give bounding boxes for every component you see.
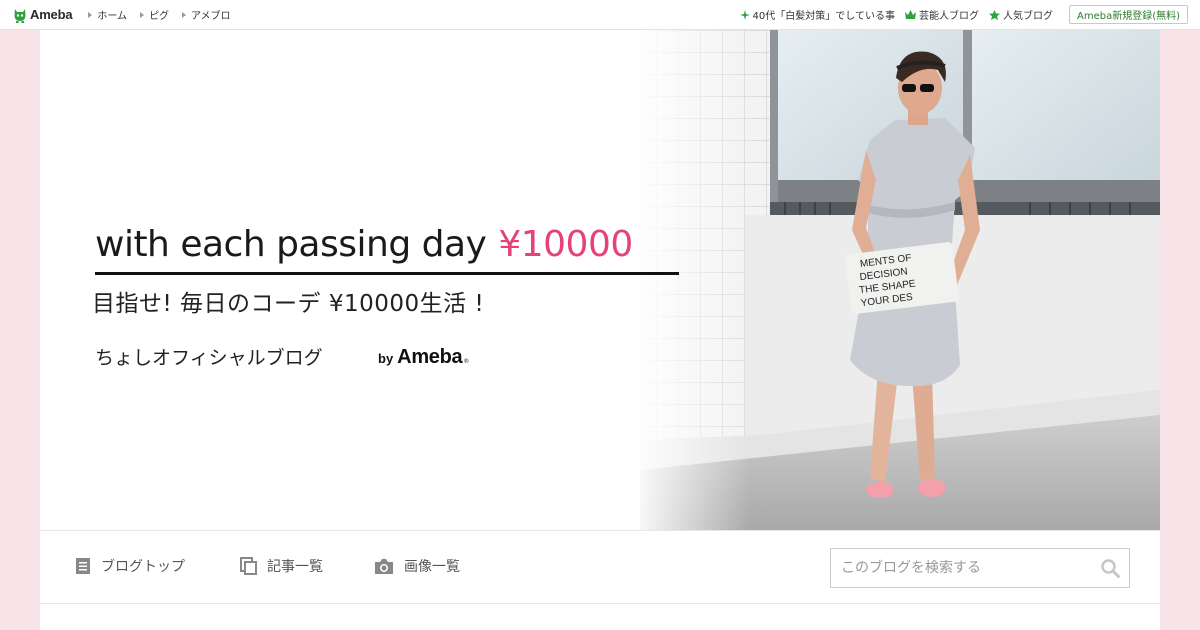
nav-link-label: ホーム [97,11,128,22]
nav-link-label: ピグ [149,11,170,22]
caret-right-icon [182,11,187,18]
logo-text: Ameba [30,7,73,22]
caret-right-icon [140,11,145,18]
nav-link-home[interactable]: ホーム [88,7,127,22]
nav-link-pigg[interactable]: ピグ [140,7,169,22]
crown-icon [904,10,916,19]
by-label: by [378,351,394,366]
by-ameba-logo: by Ameba ® [378,346,469,369]
camera-icon [374,558,394,575]
blog-title-price: ¥10000 [498,224,633,265]
ameba-logo[interactable]: Ameba [13,7,73,23]
blog-owner-name: ちょしオフィシャルブログ [95,347,323,369]
nav-article-list[interactable]: 記事一覧 [240,556,323,576]
global-nav: ホーム ピグ アメブロ [88,7,243,22]
link-label: 40代「白髪対策」でしている事 [752,11,895,22]
nav-item-label: ブログトップ [101,559,185,575]
registered-mark: ® [463,358,470,365]
title-underline [95,272,679,275]
nav-link-ameblo[interactable]: アメブロ [182,7,231,22]
nav-item-label: 画像一覧 [404,559,460,575]
blog-header-image[interactable]: MENTS OF DECISION THE SHAPE YOUR DES wit… [40,30,1160,530]
nav-image-list[interactable]: 画像一覧 [374,556,460,576]
link-celebrity-blog[interactable]: 芸能人ブログ [904,7,979,22]
link-popular-blog[interactable]: 人気ブログ [988,7,1053,22]
document-icon [75,557,91,575]
copy-icon [240,557,257,575]
ameba-wordmark: Ameba [397,346,463,368]
search-input[interactable] [831,549,1091,587]
blog-subtitle: 目指せ! 毎日のコーデ ¥10000生活 ! [92,291,485,317]
blog-title-main: with each passing day [95,224,487,265]
star-icon [988,9,1000,20]
link-label: 芸能人ブログ [918,11,979,22]
header-photo: MENTS OF DECISION THE SHAPE YOUR DES [40,30,1160,530]
nav-item-label: 記事一覧 [267,559,323,575]
link-gray-hair[interactable]: 40代「白髪対策」でしている事 [739,7,895,22]
nav-blog-top[interactable]: ブログトップ [75,556,185,576]
nav-link-label: アメブロ [191,11,231,22]
signup-button[interactable]: Ameba新規登録(無料) [1068,5,1188,24]
blog-search [830,548,1130,588]
caret-right-icon [88,11,93,18]
sparkle-icon [739,9,750,20]
search-icon[interactable] [1101,559,1120,582]
link-label: 人気ブログ [1002,11,1053,22]
blog-nav: ブログトップ 記事一覧 画像一覧 [40,530,1160,604]
ameba-mascot-icon [13,7,27,23]
blog-title[interactable]: with each passing day ¥10000 [95,224,633,265]
header-right-links: 40代「白髪対策」でしている事 芸能人ブログ 人気ブログ Ameba新規登録(無… [730,5,1188,24]
global-header: Ameba ホーム ピグ アメブロ 40代「白髪対策」でしている事 芸能人ブログ… [0,0,1200,30]
blog-main: MENTS OF DECISION THE SHAPE YOUR DES wit… [40,30,1160,630]
